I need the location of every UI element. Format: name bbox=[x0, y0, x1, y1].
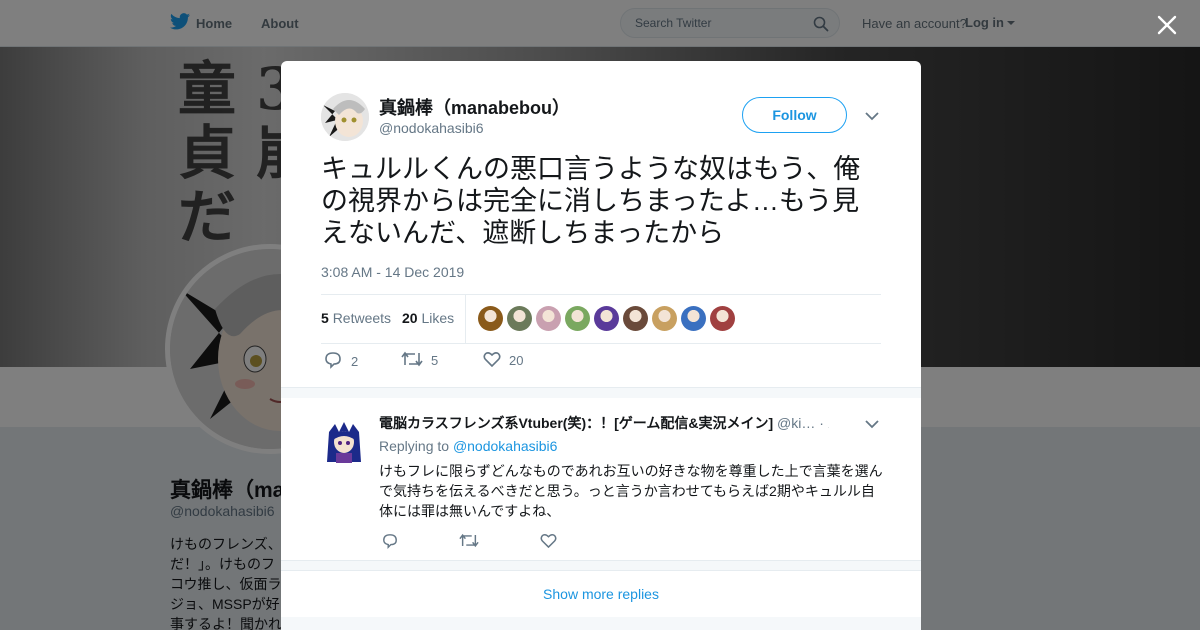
retweet-button[interactable]: 5 bbox=[401, 351, 438, 370]
reply-reply-icon[interactable] bbox=[381, 533, 399, 554]
show-more-replies-button[interactable]: Show more replies bbox=[281, 570, 921, 618]
liker-avatar[interactable] bbox=[536, 306, 561, 331]
heart-icon bbox=[483, 351, 501, 370]
liker-avatar[interactable] bbox=[681, 306, 706, 331]
reply-author-name: 電脳カラスフレンズ系Vtuber(笑)：！[ゲーム配信&実況メイン] bbox=[379, 415, 774, 431]
section-divider bbox=[281, 387, 921, 398]
tweet-modal: 真鍋棒（manabebou） @nodokahasibi6 Follow キュル… bbox=[281, 61, 921, 630]
tweet-author-avatar[interactable] bbox=[321, 93, 369, 141]
reply-author-avatar[interactable] bbox=[325, 422, 363, 464]
follow-button[interactable]: Follow bbox=[742, 97, 847, 133]
close-icon[interactable] bbox=[1156, 14, 1178, 36]
replying-to-link[interactable]: @nodokahasibi6 bbox=[453, 438, 558, 454]
likes-stat[interactable]: 20 Likes bbox=[402, 310, 454, 326]
like-button[interactable]: 20 bbox=[483, 351, 523, 370]
like-count: 20 bbox=[509, 353, 524, 368]
tweet-text: キュルルくんの悪口言うような奴はもう、俺の視界からは完全に消しちまったよ…もう見… bbox=[321, 154, 861, 248]
tweet-stats: 5 Retweets 20 Likes bbox=[321, 294, 881, 344]
liker-avatar[interactable] bbox=[652, 306, 677, 331]
tweet-timestamp[interactable]: 3:08 AM - 14 Dec 2019 bbox=[321, 264, 464, 280]
reply-heart-icon[interactable] bbox=[540, 533, 557, 553]
reply-retweet-icon[interactable] bbox=[459, 533, 479, 553]
tweet-author-name[interactable]: 真鍋棒（manabebou） bbox=[379, 94, 570, 120]
reply-count: 2 bbox=[351, 354, 359, 369]
reply-text: けもフレに限らずどんなものであれお互いの好きな物を尊重した上で言葉を選んで気持ち… bbox=[379, 463, 883, 519]
reply-author-handle: @ki… bbox=[777, 415, 816, 431]
reply-button[interactable]: 2 bbox=[323, 351, 358, 372]
modal-footer bbox=[281, 617, 921, 630]
retweets-count: 5 bbox=[321, 310, 329, 326]
reply-chevron-down-icon[interactable] bbox=[865, 416, 879, 434]
reply-time[interactable]: · 1h bbox=[819, 415, 829, 431]
reply-icon bbox=[323, 351, 343, 372]
reply-author[interactable]: 電脳カラスフレンズ系Vtuber(笑)：！[ゲーム配信&実況メイン] @ki… … bbox=[379, 413, 829, 433]
retweets-stat[interactable]: 5 Retweets bbox=[321, 310, 391, 326]
liker-avatar[interactable] bbox=[594, 306, 619, 331]
retweet-icon bbox=[401, 351, 423, 370]
liker-avatar[interactable] bbox=[478, 306, 503, 331]
retweet-count: 5 bbox=[431, 353, 439, 368]
chevron-down-icon[interactable] bbox=[865, 108, 879, 126]
liker-avatar[interactable] bbox=[507, 306, 532, 331]
liker-avatar[interactable] bbox=[710, 306, 735, 331]
replying-to: Replying to @nodokahasibi6 bbox=[379, 438, 557, 454]
stats-divider bbox=[465, 295, 466, 343]
replying-to-prefix: Replying to bbox=[379, 438, 450, 454]
likes-count: 20 bbox=[402, 310, 418, 326]
retweets-label: Retweets bbox=[332, 310, 392, 326]
likes-label: Likes bbox=[421, 310, 455, 326]
liker-avatar[interactable] bbox=[623, 306, 648, 331]
liker-avatar[interactable] bbox=[565, 306, 590, 331]
tweet-author-handle[interactable]: @nodokahasibi6 bbox=[379, 120, 484, 136]
